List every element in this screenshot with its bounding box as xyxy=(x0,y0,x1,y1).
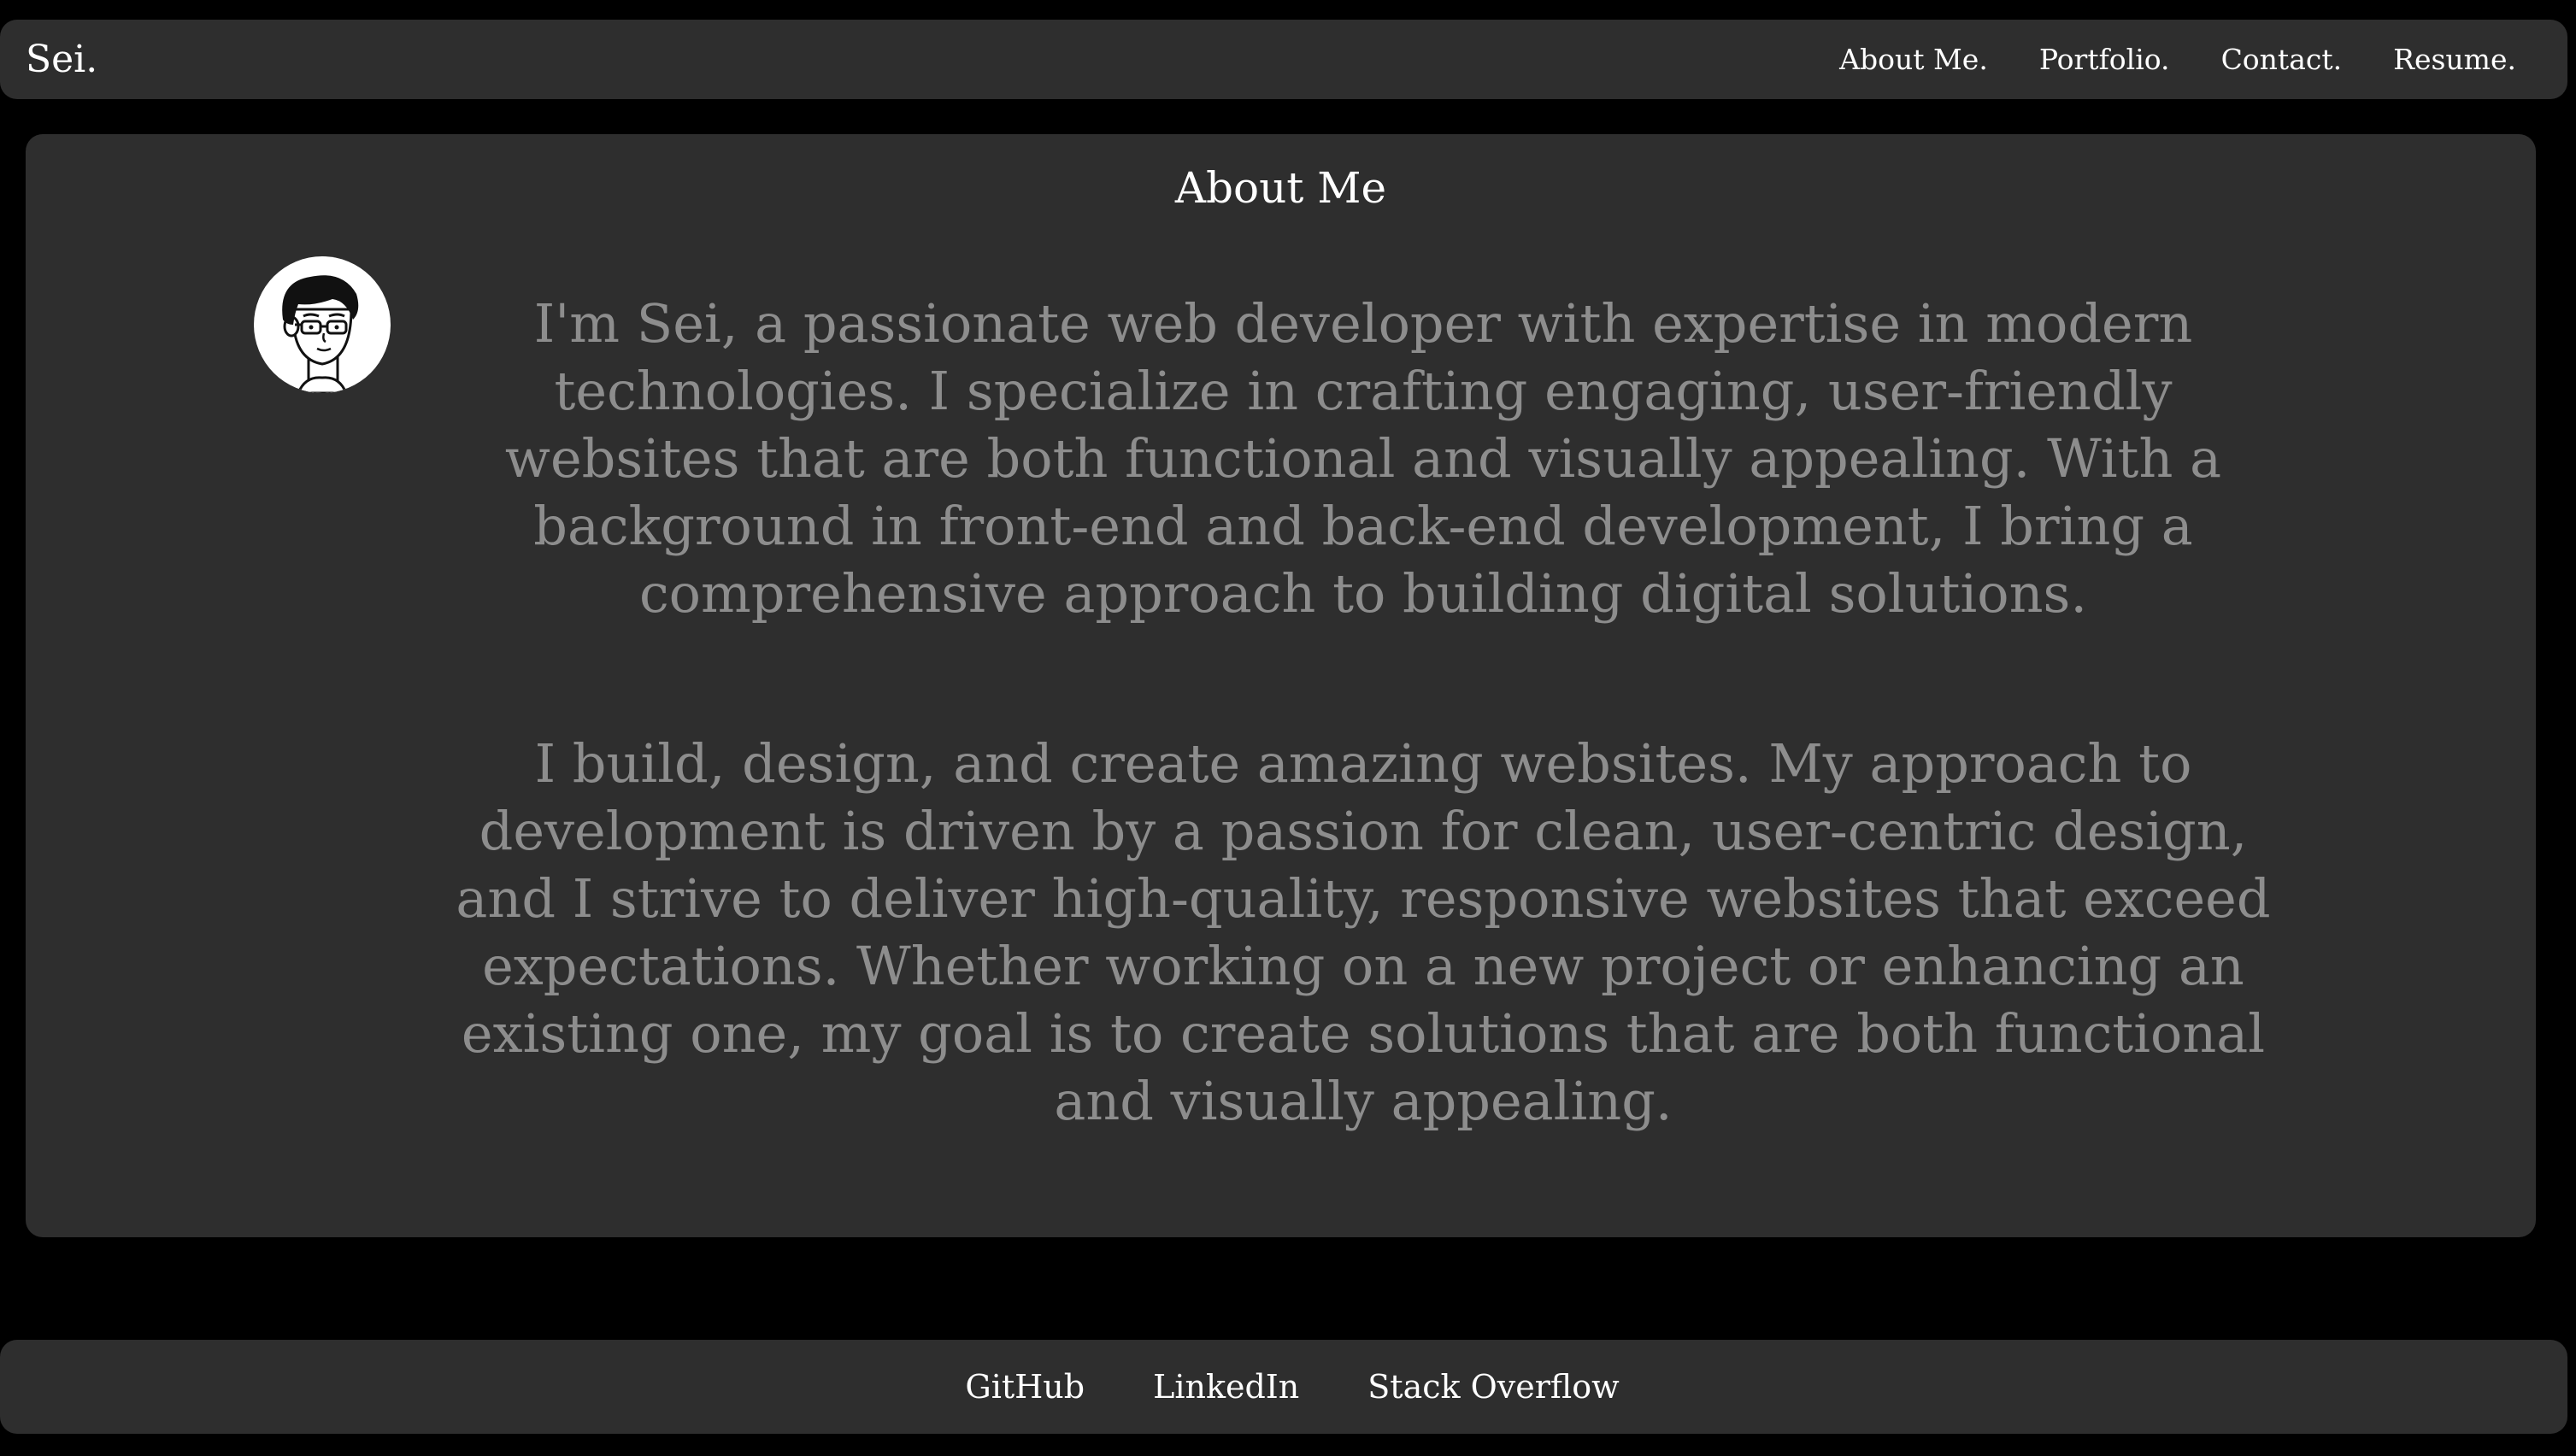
avatar xyxy=(254,256,391,393)
nav-links: About Me. Portfolio. Contact. Resume. xyxy=(1839,43,2516,76)
footer-github-link[interactable]: GitHub xyxy=(965,1368,1085,1406)
about-card: About Me I'm Sei, a passionate web devel… xyxy=(26,134,2536,1237)
nav-contact-link[interactable]: Contact. xyxy=(2221,43,2343,76)
about-title: About Me xyxy=(1174,163,1387,213)
top-navbar: Sei. About Me. Portfolio. Contact. Resum… xyxy=(0,20,2567,99)
page: Sei. About Me. Portfolio. Contact. Resum… xyxy=(0,0,2576,1456)
about-paragraph-intro: I'm Sei, a passionate web developer with… xyxy=(504,292,2222,625)
avatar-icon xyxy=(282,275,359,393)
footer: GitHub LinkedIn Stack Overflow xyxy=(0,1340,2567,1434)
nav-resume-link[interactable]: Resume. xyxy=(2393,43,2516,76)
footer-linkedin-link[interactable]: LinkedIn xyxy=(1153,1368,1299,1406)
about-paragraph-approach: I build, design, and create amazing webs… xyxy=(456,732,2271,1132)
brand-logo[interactable]: Sei. xyxy=(26,38,97,81)
nav-about-link[interactable]: About Me. xyxy=(1839,43,1988,76)
nav-portfolio-link[interactable]: Portfolio. xyxy=(2039,43,2170,76)
footer-stackoverflow-link[interactable]: Stack Overflow xyxy=(1367,1368,1619,1406)
